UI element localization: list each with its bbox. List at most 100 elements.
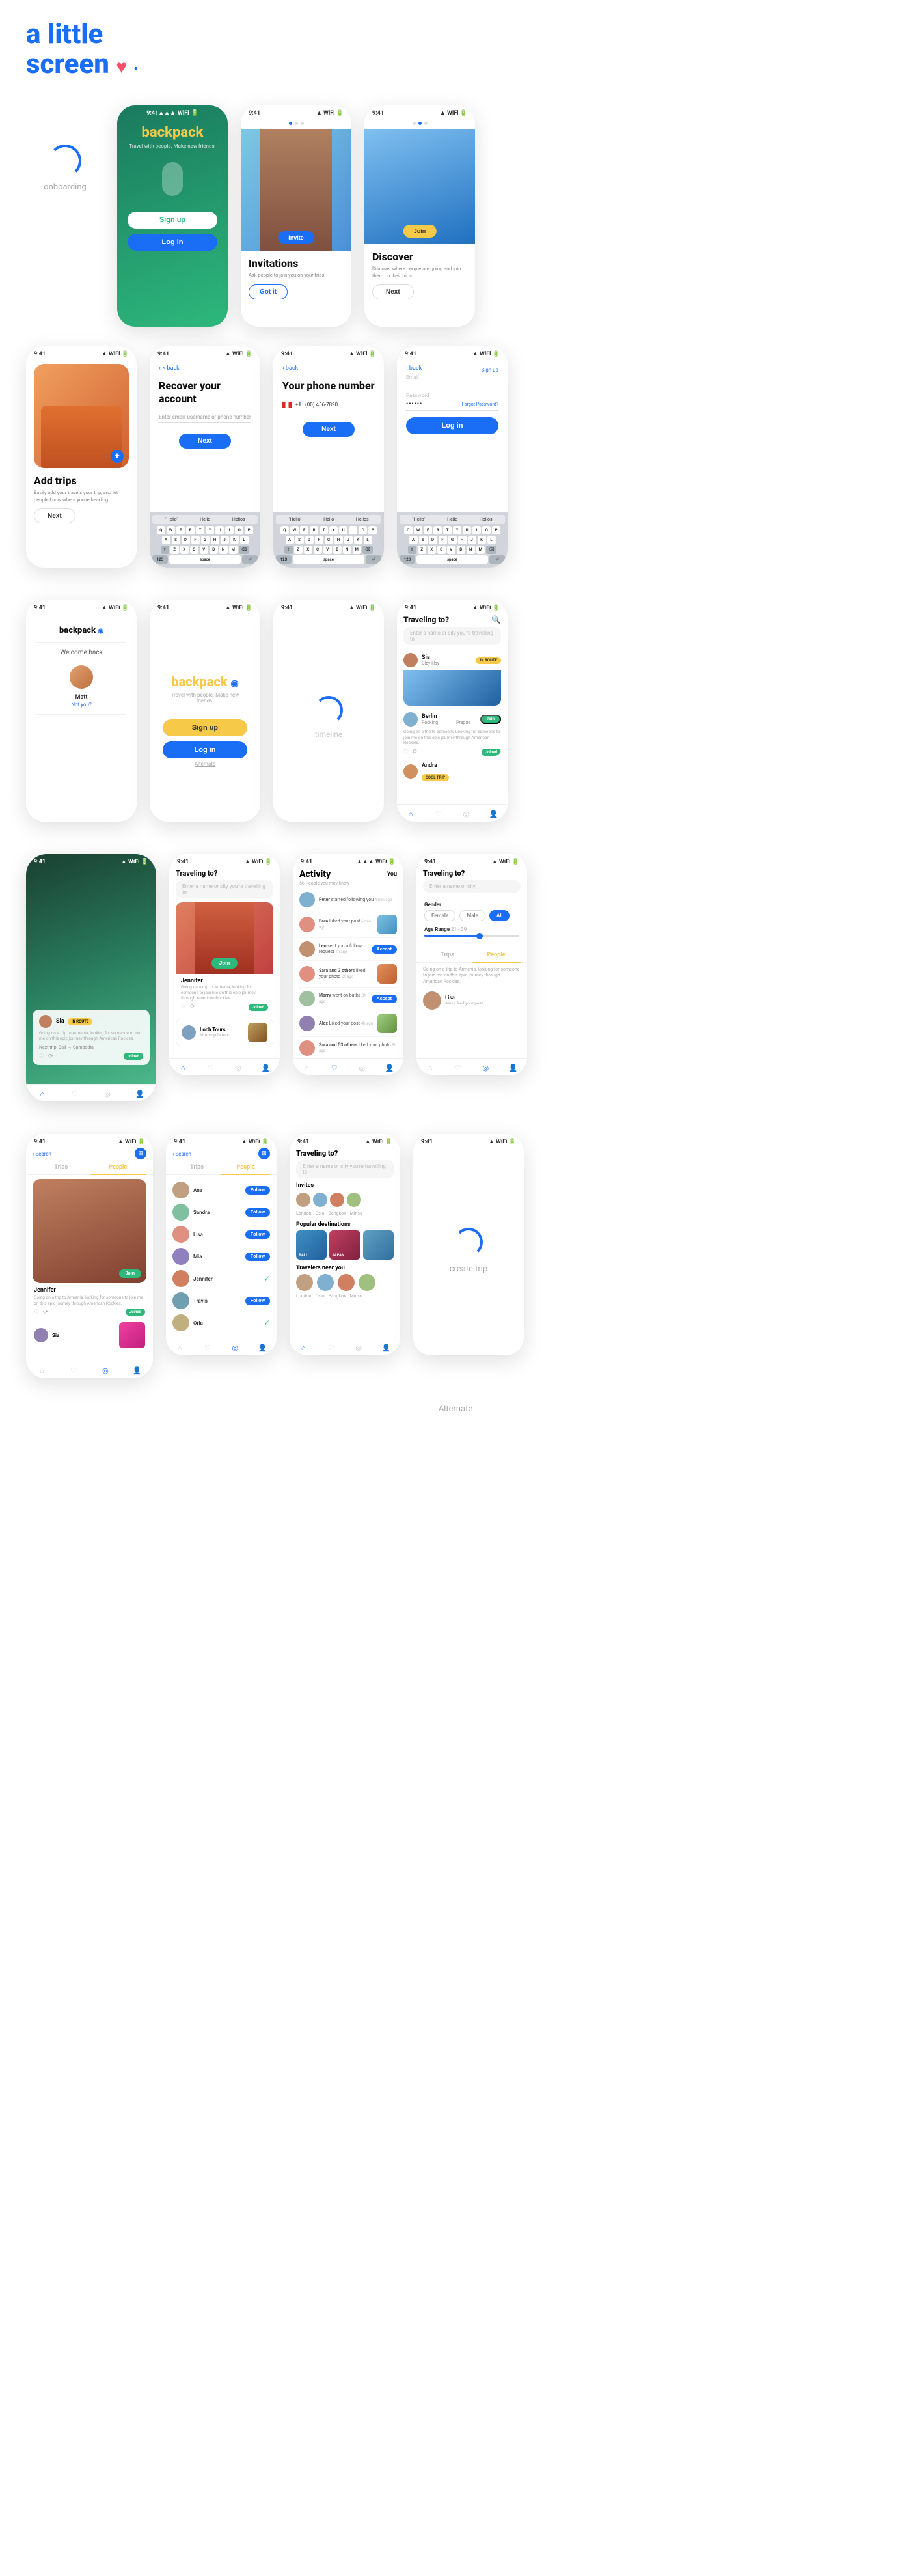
nav-search-big[interactable]: ◎ (102, 1088, 113, 1099)
nav-heart-icon[interactable]: ♡ (433, 809, 444, 819)
nav-search-dest[interactable]: ◎ (353, 1342, 364, 1353)
back-arrow-ph[interactable]: ‹ back (282, 365, 375, 372)
filter-pl-icon[interactable]: ⊞ (258, 1148, 270, 1159)
like-icon[interactable]: ♡ (403, 749, 409, 755)
signup-button[interactable]: Sign up (128, 212, 217, 229)
nav-search-act[interactable]: ◎ (357, 1062, 367, 1073)
next-button-rec[interactable]: Next (179, 434, 231, 449)
nav-user-pl[interactable]: 👤 (258, 1342, 268, 1353)
follow-lisa[interactable]: Follow (245, 1230, 270, 1239)
join-button[interactable]: Join (403, 225, 437, 238)
dest-bali[interactable]: BALI (296, 1230, 327, 1260)
tab-people-pl[interactable]: People (221, 1161, 270, 1175)
tab-trips-pl[interactable]: Trips (172, 1161, 221, 1174)
login-button[interactable]: Log in (128, 234, 217, 251)
nav-heart-tj[interactable]: ♡ (206, 1062, 216, 1073)
follow-mia[interactable]: Follow (245, 1253, 270, 1261)
nav-home-tj[interactable]: ⌂ (178, 1062, 188, 1073)
nav-heart-filt[interactable]: ♡ (453, 1062, 463, 1073)
nav-heart-big[interactable]: ♡ (70, 1088, 80, 1099)
signup-link[interactable]: Sign up (482, 367, 499, 373)
search-input-tv[interactable]: Enter a name or city you're travelling t… (403, 627, 501, 645)
recover-input[interactable]: Enter email, username or phone number (159, 411, 251, 423)
join-jennifer-big[interactable]: Join (119, 1269, 141, 1278)
dest-search[interactable]: Enter a name or city you're travelling t… (296, 1160, 394, 1178)
pill-female[interactable]: Female (424, 910, 456, 921)
nav-search-filt[interactable]: ◎ (480, 1062, 491, 1073)
age-range-slider[interactable] (424, 935, 519, 937)
dest-3[interactable] (363, 1230, 394, 1260)
forgot-password-link[interactable]: Forgot Password? (462, 402, 498, 407)
invite-button[interactable]: Invite (278, 231, 314, 244)
like-j[interactable]: ♡ (181, 1004, 186, 1010)
nav-user-tj[interactable]: 👤 (261, 1062, 271, 1073)
follow-ana[interactable]: Follow (245, 1186, 270, 1195)
key-y[interactable]: Y (206, 526, 214, 534)
nav-heart-act[interactable]: ♡ (329, 1062, 340, 1073)
key-t[interactable]: T (196, 526, 204, 534)
got-it-button[interactable]: Got it (249, 284, 288, 299)
key-i[interactable]: I (225, 526, 234, 534)
filter-icon[interactable]: ⊞ (135, 1148, 146, 1159)
share-icon[interactable]: ⟳ (413, 749, 418, 755)
alternate-link[interactable]: Alternate (195, 761, 215, 767)
tab-trips-j[interactable]: Trips (33, 1161, 90, 1174)
key-o[interactable]: O (235, 526, 243, 534)
nav-home-act[interactable]: ⌂ (301, 1062, 312, 1073)
key-q[interactable]: Q (157, 526, 165, 534)
join-btn-2[interactable]: Join (480, 715, 501, 724)
phone-input-row[interactable]: +1 (00) 456-7890 (282, 399, 375, 411)
not-you-link[interactable]: Not you? (71, 702, 91, 708)
follow-travis[interactable]: Follow (245, 1297, 270, 1305)
nav-user-jb[interactable]: 👤 (132, 1365, 143, 1376)
tab-people[interactable]: People (472, 949, 521, 963)
key-w[interactable]: W (167, 526, 175, 534)
nav-user-icon[interactable]: 👤 (489, 809, 499, 819)
nav-home-icon[interactable]: ⌂ (405, 809, 416, 819)
nav-heart-pl[interactable]: ♡ (202, 1342, 213, 1353)
nav-home-dest[interactable]: ⌂ (298, 1342, 308, 1353)
email-input[interactable] (406, 381, 498, 387)
tab-people-j[interactable]: People (90, 1161, 147, 1175)
nav-search-icon[interactable]: ◎ (461, 809, 471, 819)
nav-user-big[interactable]: 👤 (135, 1088, 145, 1099)
join-jennifer-btn[interactable]: Join (211, 958, 238, 969)
share-icon-big[interactable]: ⟳ (48, 1053, 53, 1060)
accept-leo-btn[interactable]: Accept (372, 945, 397, 954)
login-submit-button[interactable]: Log in (406, 417, 498, 434)
nav-home-big[interactable]: ⌂ (37, 1088, 48, 1099)
next-button-trips[interactable]: Next (34, 508, 75, 523)
nav-heart-jb[interactable]: ♡ (68, 1365, 79, 1376)
back-arrow[interactable]: ‹ < back (159, 365, 251, 372)
filter-search[interactable]: Enter a name or city (423, 880, 521, 893)
back-jennifer[interactable]: ‹ Search (33, 1151, 51, 1157)
nav-home-filt[interactable]: ⌂ (425, 1062, 435, 1073)
next-button-disc[interactable]: Next (372, 284, 414, 299)
search-icon[interactable]: 🔍 (491, 615, 501, 624)
alt-signup-button[interactable]: Sign up (163, 719, 247, 736)
nav-home-jb[interactable]: ⌂ (36, 1365, 47, 1376)
nav-home-pl[interactable]: ⌂ (174, 1342, 185, 1353)
next-button-ph[interactable]: Next (303, 422, 355, 437)
more-icon[interactable]: ⋮ (495, 768, 501, 775)
key-r[interactable]: R (186, 526, 195, 534)
like-icon-big[interactable]: ♡ (39, 1053, 44, 1060)
nav-user-filt[interactable]: 👤 (508, 1062, 519, 1073)
accept-marry-btn[interactable]: Accept (372, 995, 397, 1003)
like-jb[interactable]: ♡ (34, 1309, 39, 1316)
back-arrow-log[interactable]: ‹ back (406, 365, 422, 372)
nav-search-tj[interactable]: ◎ (233, 1062, 243, 1073)
pill-all[interactable]: All (489, 910, 510, 921)
nav-heart-dest[interactable]: ♡ (326, 1342, 336, 1353)
nav-search-jb[interactable]: ◎ (100, 1365, 111, 1376)
share-jb[interactable]: ⟳ (43, 1309, 48, 1316)
back-pl[interactable]: ‹ Search (172, 1151, 191, 1157)
alt-login-button[interactable]: Log in (163, 741, 247, 758)
tj-search[interactable]: Enter a name or city you're travelling t… (176, 880, 273, 898)
slider-thumb[interactable] (476, 933, 483, 939)
key-p[interactable]: P (245, 526, 253, 534)
share-j[interactable]: ⟳ (190, 1004, 195, 1010)
pill-male[interactable]: Male (459, 910, 485, 921)
follow-sandra[interactable]: Follow (245, 1208, 270, 1217)
tab-trips[interactable]: Trips (423, 949, 472, 962)
